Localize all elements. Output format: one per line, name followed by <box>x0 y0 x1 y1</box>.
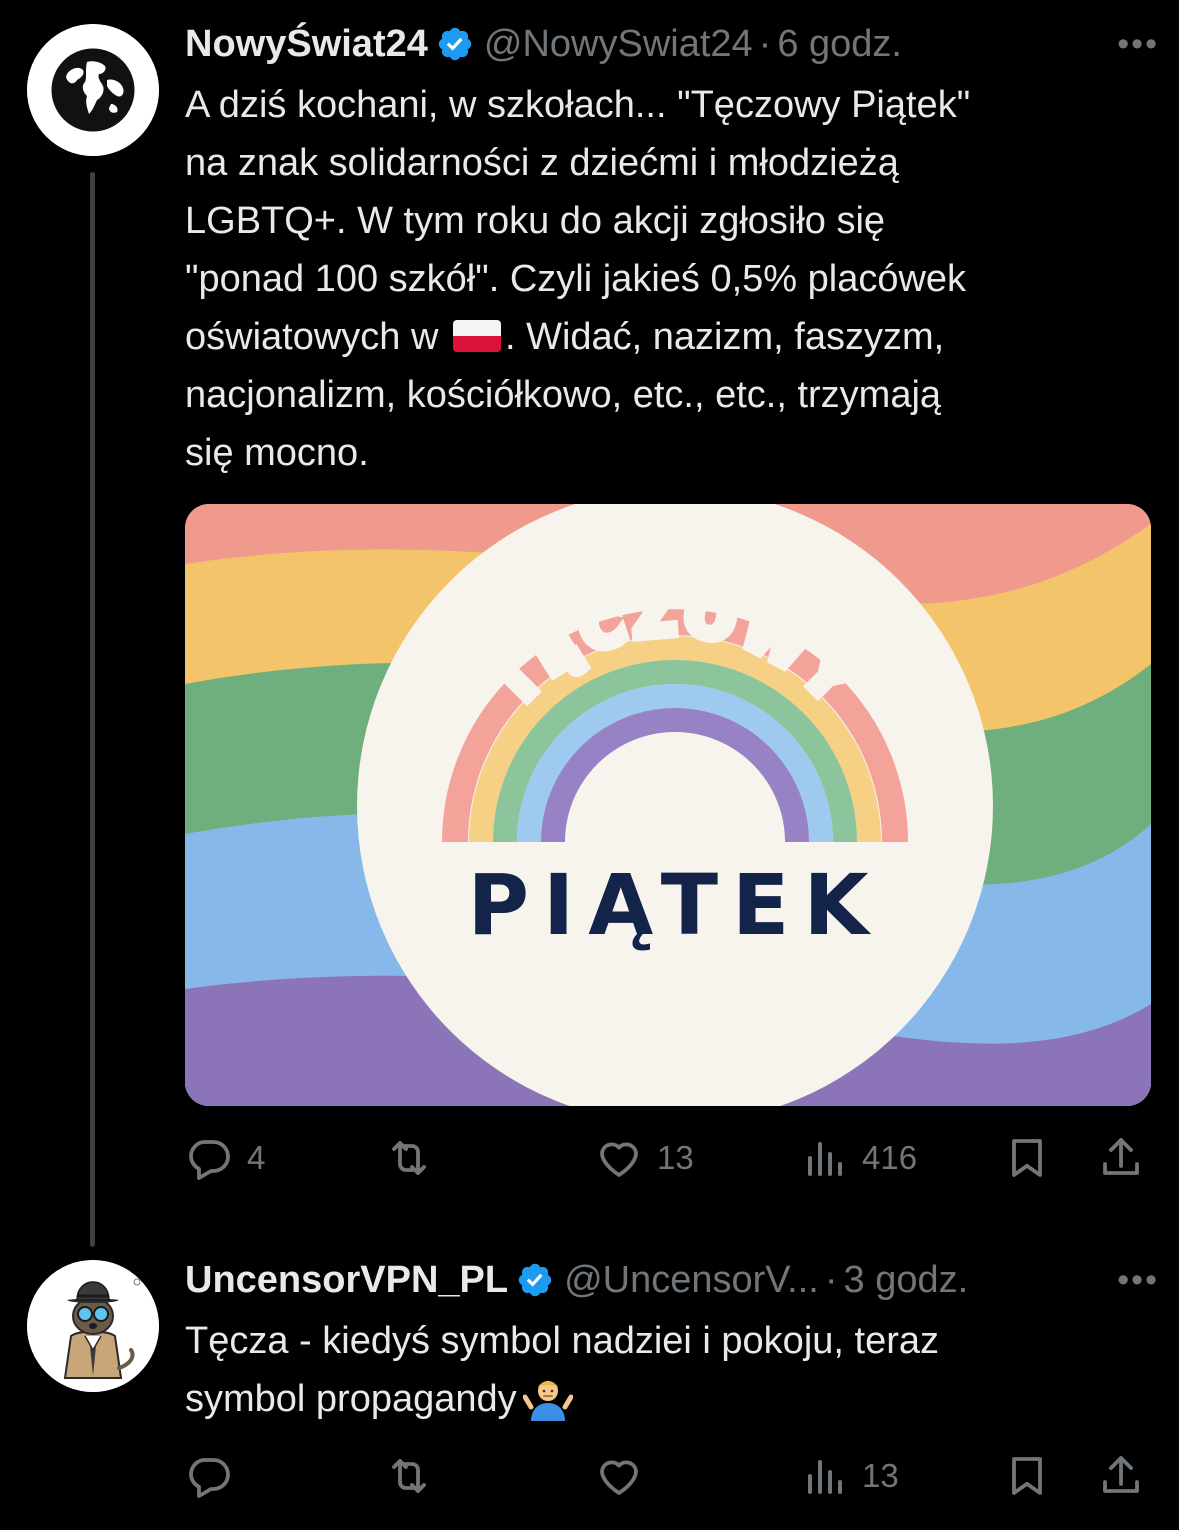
bookmark-button[interactable] <box>1003 1446 1051 1506</box>
tweet[interactable]: UncensorVPN_PL @UncensorV... · 3 godz. •… <box>0 1240 1179 1530</box>
logo-word: PIĄTEK <box>467 856 882 954</box>
views-button[interactable]: 13 <box>800 1446 899 1506</box>
avatar[interactable] <box>27 1260 159 1392</box>
separator: · <box>758 22 772 65</box>
retweet-icon <box>392 1141 426 1175</box>
tweet-text-line: "ponad 100 szkół". Czyli jakieś 0,5% pla… <box>185 258 967 300</box>
bookmark-icon <box>1012 1457 1042 1495</box>
retweet-button[interactable] <box>385 1446 447 1506</box>
tweet-text-line: LGBTQ+. W tym roku do akcji zgłosiło się <box>185 200 886 242</box>
timestamp[interactable]: 3 godz. <box>844 1259 969 1302</box>
timestamp[interactable]: 6 godz. <box>777 23 902 66</box>
share-icon <box>1103 1138 1139 1175</box>
like-count: 13 <box>657 1139 694 1176</box>
display-name[interactable]: NowyŚwiat24 <box>185 23 428 66</box>
handle[interactable]: @NowySwiat24 <box>484 23 753 66</box>
retweet-button[interactable] <box>385 1128 447 1188</box>
thread-line <box>90 172 95 1247</box>
views-icon <box>808 1460 842 1494</box>
tweet-text-line: symbol propagandy <box>185 1370 1145 1428</box>
heart-icon <box>600 1460 638 1495</box>
tweet-text: A dziś kochani, w szkołach... "Tęczowy P… <box>185 76 1145 482</box>
tweet-text-line: się mocno. <box>185 432 369 474</box>
reply-button[interactable]: 4 <box>185 1128 265 1188</box>
tweet-text-fragment: . Widać, nazizm, faszyzm, <box>504 316 945 358</box>
tweet-text-fragment: oświatowych w <box>185 316 439 358</box>
tweet-actions: 13 <box>185 1446 1149 1506</box>
tweet-header: UncensorVPN_PL @UncensorV... · 3 godz. •… <box>185 1256 1159 1304</box>
poland-flag-icon <box>452 320 501 352</box>
tweet-text-fragment: symbol propagandy <box>185 1378 517 1420</box>
reply-icon <box>189 1140 230 1180</box>
display-name[interactable]: UncensorVPN_PL <box>185 1259 508 1302</box>
tweet-header: NowyŚwiat24 @NowySwiat24 · 6 godz. ••• <box>185 20 1159 68</box>
bookmark-icon <box>1012 1139 1042 1177</box>
views-button[interactable]: 416 <box>800 1128 917 1188</box>
share-button[interactable] <box>1097 1446 1145 1506</box>
reply-count: 4 <box>247 1139 266 1176</box>
tweet[interactable]: NowyŚwiat24 @NowySwiat24 · 6 godz. ••• A… <box>0 0 1179 1247</box>
share-button[interactable] <box>1097 1128 1145 1188</box>
avatar[interactable] <box>27 24 159 156</box>
more-options-button[interactable]: ••• <box>1117 20 1159 68</box>
reply-button[interactable] <box>185 1446 247 1506</box>
tweet-text-line: na znak solidarności z dziećmi i młodzie… <box>185 142 899 184</box>
views-count: 416 <box>862 1139 918 1176</box>
separator: · <box>824 1258 838 1301</box>
share-icon <box>1103 1456 1139 1493</box>
tweet-text: Tęcza - kiedyś symbol nadziei i pokoju, … <box>185 1312 1145 1428</box>
person-shrugging-emoji-icon <box>522 1381 573 1421</box>
tweet-image[interactable]: TĘCZOWY TĘCZOWY PIĄTEK <box>185 504 1151 1106</box>
handle[interactable]: @UncensorV... <box>564 1259 819 1302</box>
tweet-text-line: nacjonalizm, kościółkowo, etc., etc., tr… <box>185 374 942 416</box>
tweet-text-line: oświatowych w . Widać, nazizm, faszyzm, <box>185 308 1145 366</box>
heart-icon <box>600 1142 638 1177</box>
bookmark-button[interactable] <box>1003 1128 1051 1188</box>
like-button[interactable]: 13 <box>595 1128 694 1188</box>
detective-mascot-icon <box>27 1260 159 1392</box>
tweet-actions: 4 13 416 <box>185 1128 1149 1188</box>
tweet-text-line: A dziś kochani, w szkołach... "Tęczowy P… <box>185 84 971 126</box>
reply-icon <box>189 1458 230 1498</box>
globe-icon <box>27 24 159 156</box>
verified-badge-icon[interactable] <box>516 1261 554 1299</box>
views-count: 13 <box>862 1457 899 1494</box>
retweet-icon <box>392 1459 426 1493</box>
tweet-text-line: Tęcza - kiedyś symbol nadziei i pokoju, … <box>185 1320 939 1362</box>
teczowy-piatek-logo-image: TĘCZOWY TĘCZOWY PIĄTEK <box>185 504 1151 1106</box>
views-icon <box>808 1142 842 1176</box>
verified-badge-icon[interactable] <box>436 25 474 63</box>
more-options-button[interactable]: ••• <box>1117 1256 1159 1304</box>
like-button[interactable] <box>595 1446 657 1506</box>
